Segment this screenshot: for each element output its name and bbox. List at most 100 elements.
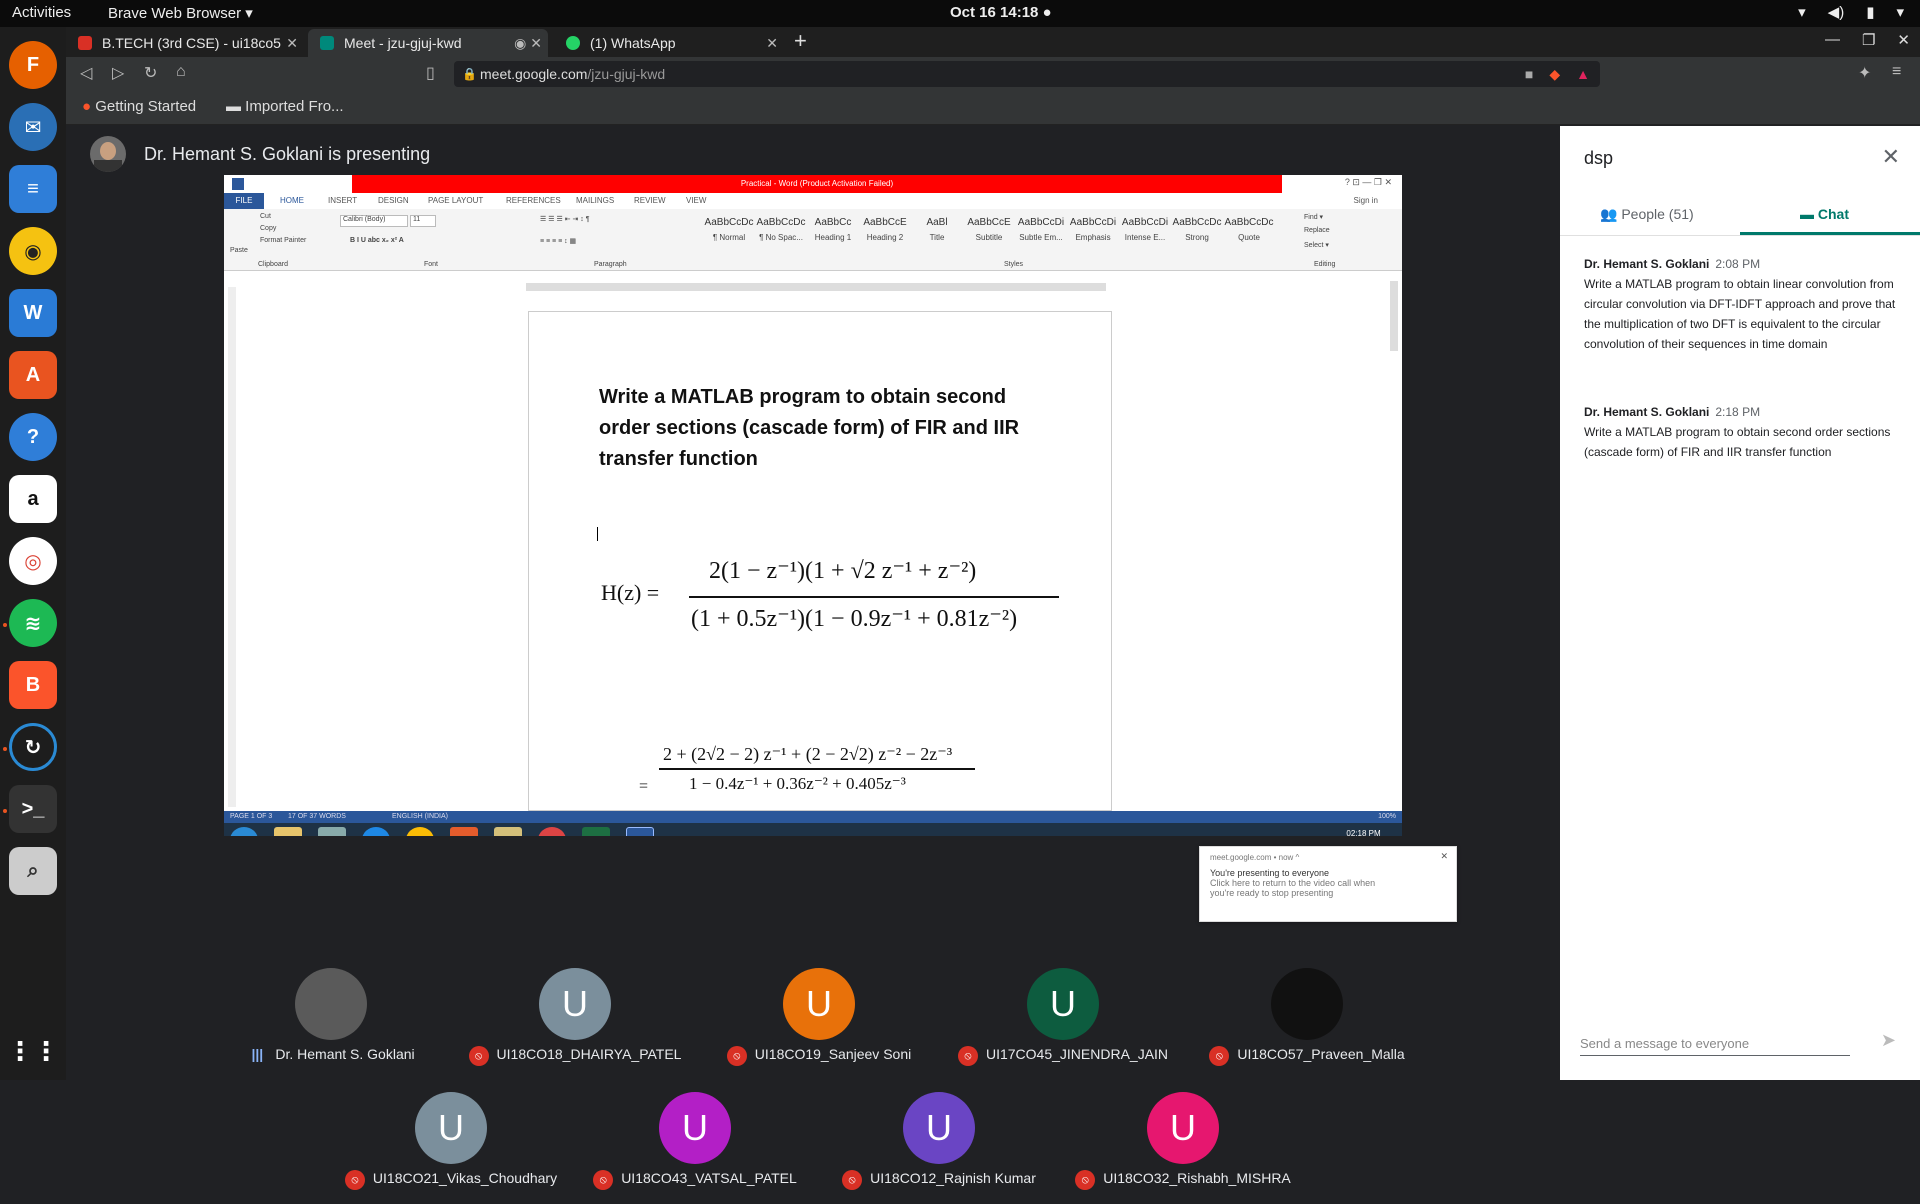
style-item[interactable]: AaBl Title bbox=[912, 213, 962, 253]
participant-tile[interactable]: U ⦸ UI18CO21_Vikas_Choudhary bbox=[331, 1086, 571, 1204]
chat-input[interactable]: Send a message to everyone bbox=[1580, 1036, 1850, 1056]
chrome-icon[interactable]: ◎ bbox=[9, 537, 57, 585]
word-tab-view[interactable]: VIEW bbox=[686, 196, 706, 205]
tab-btech[interactable]: B.TECH (3rd CSE) - ui18co5 ✕ bbox=[66, 29, 304, 57]
cut-button[interactable]: Cut bbox=[260, 213, 271, 220]
forward-icon[interactable]: ▷ bbox=[112, 63, 124, 83]
select-button[interactable]: Select ▾ bbox=[1304, 241, 1329, 249]
extensions-icon[interactable]: ✦ bbox=[1858, 63, 1871, 83]
close-icon[interactable]: ◉ ✕ bbox=[514, 29, 542, 57]
update-icon[interactable]: ↻ bbox=[9, 723, 57, 771]
camera-icon[interactable]: ■ bbox=[1525, 61, 1533, 87]
amazon-icon[interactable]: a bbox=[9, 475, 57, 523]
bookmark-imported[interactable]: ▬ Imported Fro... bbox=[226, 98, 344, 115]
find-button[interactable]: Find ▾ bbox=[1304, 213, 1323, 221]
folder-icon[interactable] bbox=[494, 827, 522, 836]
software-center-icon[interactable]: A bbox=[9, 351, 57, 399]
copy-button[interactable]: Copy bbox=[260, 225, 276, 232]
participant-tile[interactable]: U ⦸ UI17CO45_JINENDRA_JAIN bbox=[943, 962, 1183, 1080]
close-icon[interactable]: ✕ bbox=[766, 29, 778, 57]
status-zoom[interactable]: 100% bbox=[1378, 813, 1396, 820]
participant-tile[interactable]: U ⦸ UI18CO43_VATSAL_PATEL bbox=[575, 1086, 815, 1204]
word-tab-insert[interactable]: INSERT bbox=[328, 196, 357, 205]
word-sign-in[interactable]: Sign in bbox=[1354, 196, 1378, 205]
show-apps-icon[interactable]: ⋮⋮ bbox=[7, 1027, 59, 1075]
windows-start-icon[interactable] bbox=[230, 827, 258, 836]
word-icon[interactable] bbox=[626, 827, 654, 836]
search-icon[interactable]: ⌕ bbox=[9, 847, 57, 895]
settings-icon[interactable] bbox=[318, 827, 346, 836]
back-icon[interactable]: ◁ bbox=[80, 63, 92, 83]
excel-icon[interactable] bbox=[582, 827, 610, 836]
document-page[interactable]: Write a MATLAB program to obtain second … bbox=[528, 311, 1112, 811]
style-item[interactable]: AaBbCcE Subtitle bbox=[964, 213, 1014, 253]
style-item[interactable]: AaBbCcDi Subtle Em... bbox=[1016, 213, 1066, 253]
format-painter-button[interactable]: Format Painter bbox=[260, 237, 306, 244]
participant-tile[interactable]: U ⦸ UI18CO12_Rajnish Kumar bbox=[819, 1086, 1059, 1204]
send-icon[interactable]: ➤ bbox=[1881, 1030, 1896, 1051]
system-tray[interactable]: ▾ ◀) ▮ ▾ bbox=[1798, 3, 1904, 21]
word-tab-page-layout[interactable]: PAGE LAYOUT bbox=[428, 196, 483, 205]
notes-icon[interactable]: ≡ bbox=[9, 165, 57, 213]
new-tab-button[interactable]: + bbox=[794, 28, 807, 54]
edge-icon[interactable] bbox=[362, 827, 390, 836]
alignment-buttons[interactable]: ≡ ≡ ≡ ≡ ↕ ▦ bbox=[540, 237, 576, 245]
bookmark-icon[interactable]: ▯ bbox=[426, 63, 435, 83]
tab-chat[interactable]: ▬ Chat bbox=[1800, 206, 1849, 222]
style-item[interactable]: AaBbCcDc ¶ Normal bbox=[704, 213, 754, 253]
tab-whatsapp[interactable]: (1) WhatsApp ✕ bbox=[554, 29, 784, 57]
word-tab-home[interactable]: HOME bbox=[280, 196, 304, 205]
style-item[interactable]: AaBbCcDi Emphasis bbox=[1068, 213, 1118, 253]
writer-icon[interactable]: W bbox=[9, 289, 57, 337]
brave-shield-icon[interactable]: ◆ bbox=[1549, 61, 1560, 87]
minimize-icon[interactable]: — bbox=[1825, 31, 1840, 49]
word-tab-file[interactable]: FILE bbox=[224, 193, 264, 209]
close-icon[interactable]: ✕ bbox=[1440, 851, 1448, 862]
participant-tile[interactable]: ||| Dr. Hemant S. Goklani bbox=[211, 962, 451, 1080]
brave-rewards-icon[interactable]: ▲ bbox=[1576, 61, 1590, 87]
rhythmbox-icon[interactable]: ◉ bbox=[9, 227, 57, 275]
bookmark-getting-started[interactable]: ● Getting Started bbox=[82, 98, 196, 115]
help-icon[interactable]: ? bbox=[9, 413, 57, 461]
reload-icon[interactable]: ↻ bbox=[144, 63, 157, 83]
style-item[interactable]: AaBbCcDi Intense E... bbox=[1120, 213, 1170, 253]
taskbar-clock[interactable]: 02:18 PM16-10-2020 bbox=[1343, 828, 1384, 836]
word-tab-references[interactable]: REFERENCES bbox=[506, 196, 561, 205]
shared-screen[interactable]: Practical - Word (Product Activation Fai… bbox=[224, 175, 1402, 836]
home-icon[interactable]: ⌂ bbox=[176, 63, 186, 81]
taskbar-language[interactable]: EN bbox=[1244, 835, 1255, 836]
spotify-icon[interactable]: ≋ bbox=[9, 599, 57, 647]
style-item[interactable]: AaBbCc Heading 1 bbox=[808, 213, 858, 253]
close-icon[interactable]: ✕ bbox=[1882, 144, 1900, 170]
file-explorer-icon[interactable] bbox=[274, 827, 302, 836]
font-format-buttons[interactable]: B I U abc x₂ x² A bbox=[350, 237, 404, 244]
tab-people[interactable]: 👥 People (51) bbox=[1600, 206, 1694, 223]
style-item[interactable]: AaBbCcE Heading 2 bbox=[860, 213, 910, 253]
activities-button[interactable]: Activities bbox=[12, 4, 71, 21]
style-item[interactable]: AaBbCcDc Quote bbox=[1224, 213, 1274, 253]
chrome-icon[interactable] bbox=[406, 827, 434, 836]
close-icon[interactable]: ✕ bbox=[286, 29, 298, 57]
chrome-icon[interactable] bbox=[538, 827, 566, 836]
style-item[interactable]: AaBbCcDc ¶ No Spac... bbox=[756, 213, 806, 253]
participant-tile[interactable]: U ⦸ UI18CO32_Rishabh_MISHRA bbox=[1063, 1086, 1303, 1204]
firefox-icon[interactable]: F bbox=[9, 41, 57, 89]
app-icon[interactable] bbox=[450, 827, 478, 836]
paste-button[interactable]: Paste bbox=[230, 247, 248, 254]
app-menu[interactable]: Brave Web Browser ▾ bbox=[108, 4, 253, 22]
participant-tile[interactable]: U ⦸ UI18CO19_Sanjeev Soni bbox=[699, 962, 939, 1080]
list-buttons[interactable]: ☰ ☰ ☰ ⇤ ⇥ ↕ ¶ bbox=[540, 215, 590, 223]
clock[interactable]: Oct 16 14:18 ● bbox=[950, 4, 1052, 21]
restore-icon[interactable]: ❐ bbox=[1862, 31, 1875, 49]
vertical-scrollbar[interactable] bbox=[1390, 281, 1398, 351]
close-window-icon[interactable]: ✕ bbox=[1897, 31, 1910, 49]
presenting-notification[interactable]: meet.google.com • now ^ You're presentin… bbox=[1199, 846, 1457, 922]
replace-button[interactable]: Replace bbox=[1304, 227, 1330, 234]
font-size-select[interactable]: 11 bbox=[410, 215, 436, 227]
font-name-select[interactable]: Calibri (Body) bbox=[340, 215, 408, 227]
thunderbird-icon[interactable]: ✉ bbox=[9, 103, 57, 151]
word-tab-review[interactable]: REVIEW bbox=[634, 196, 666, 205]
participant-tile[interactable]: U ⦸ UI18CO18_DHAIRYA_PATEL bbox=[455, 962, 695, 1080]
participant-tile[interactable]: ⦸ UI18CO57_Praveen_Malla bbox=[1187, 962, 1427, 1080]
word-tab-mailings[interactable]: MAILINGS bbox=[576, 196, 614, 205]
